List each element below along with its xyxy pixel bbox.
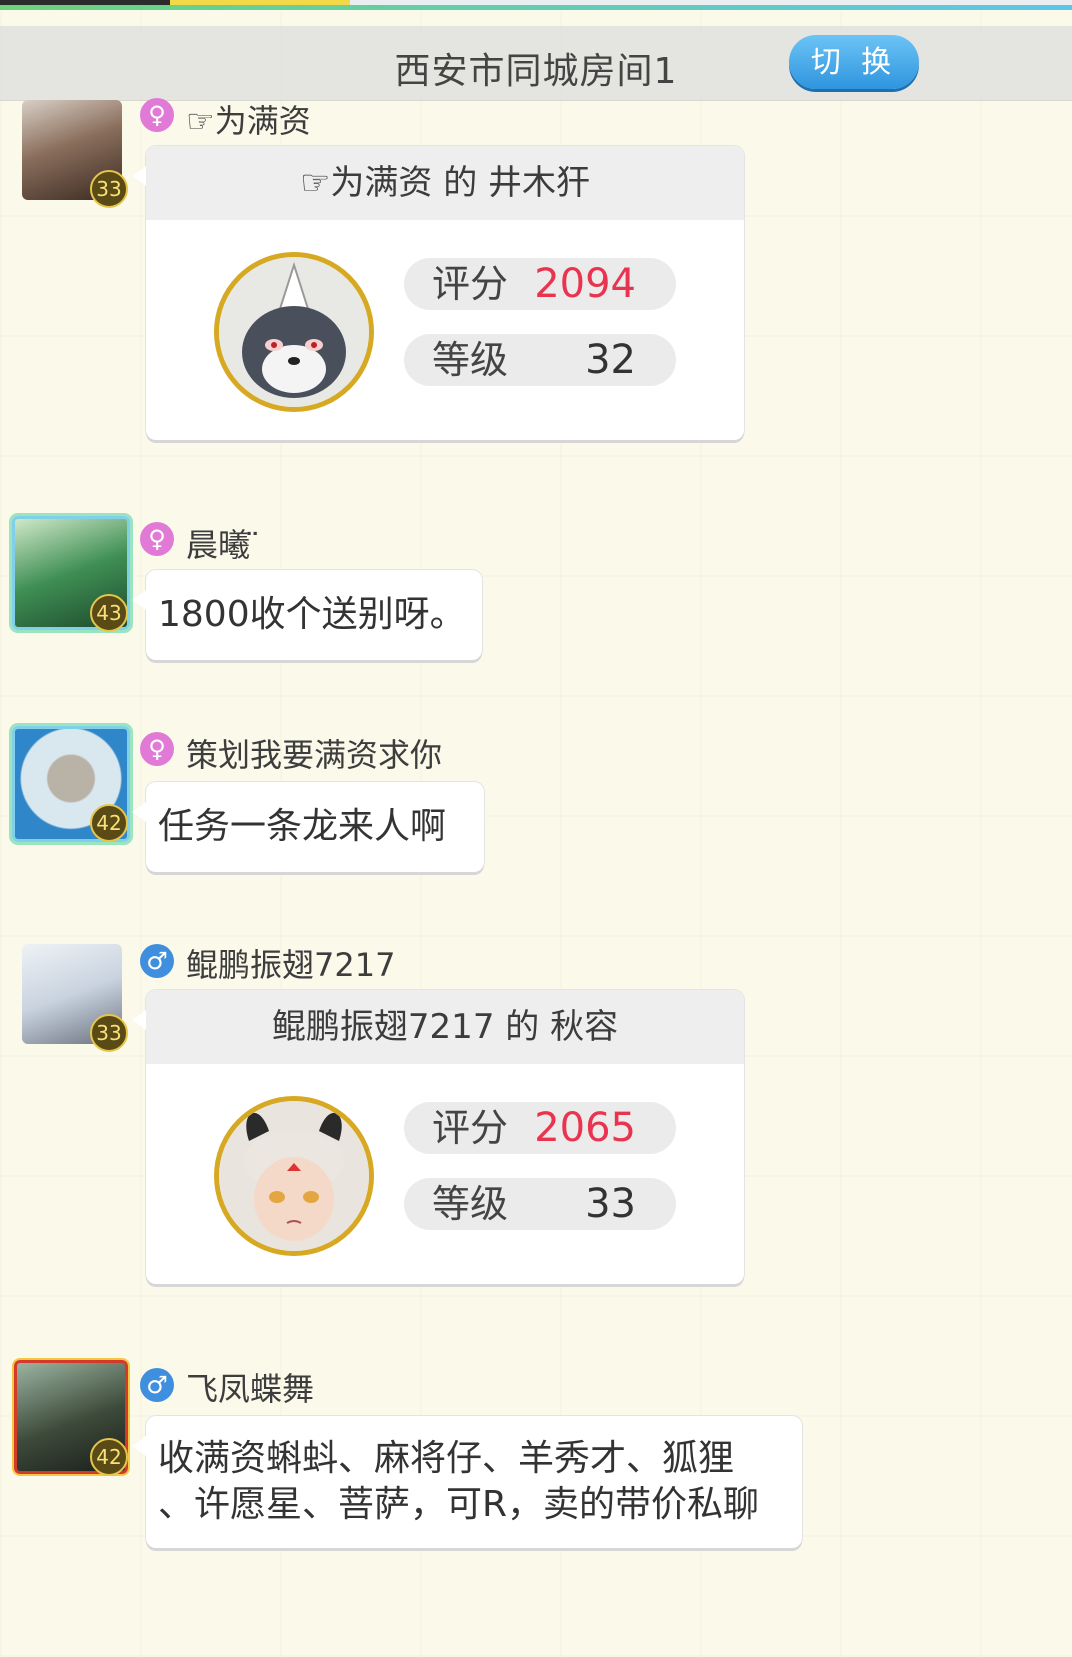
message-bubble[interactable]: 收满资蝌蚪、麻将仔、羊秀才、狐狸 、许愿星、菩萨，可R，卖的带价私聊 (132, 1416, 802, 1548)
message-text-line-2: 、许愿星、菩萨，可R，卖的带价私聊 (158, 1484, 760, 1525)
pet-portrait (214, 1096, 374, 1256)
pet-portrait (214, 252, 374, 412)
score-label: 评分 (432, 1106, 509, 1150)
pet-card-title: 鲲鹏振翅7217 的 秋容 (146, 990, 744, 1064)
level-badge: 33 (90, 170, 128, 208)
female-icon: ♀ (140, 522, 174, 556)
grade-value: 33 (585, 1181, 636, 1227)
room-header: 西安市同城房间1 切 换 (0, 26, 1072, 101)
username[interactable]: 飞凤蝶舞 (186, 1364, 314, 1410)
score-value: 2094 (534, 261, 636, 307)
pet-card-title: ☞为满资 的 井木犴 (146, 146, 744, 220)
level-badge: 33 (90, 1014, 128, 1052)
pet-card[interactable]: ☞为满资 的 井木犴 评分 2094 等级 32 (132, 146, 744, 440)
score-label: 评分 (432, 262, 509, 306)
male-icon: ♂ (140, 944, 174, 978)
username[interactable]: 晨曦 ̈ (186, 520, 260, 566)
message-text: 1800收个送别呀。 (158, 594, 466, 635)
username[interactable]: ☞为满资 (186, 96, 311, 142)
username[interactable]: 鲲鹏振翅7217 (186, 940, 395, 986)
score-pill: 评分 2094 (404, 258, 676, 310)
grade-label: 等级 (432, 1182, 509, 1226)
username[interactable]: 策划我要满资求你 (186, 730, 442, 776)
message-text: 任务一条龙来人啊 (158, 806, 447, 847)
female-icon: ♀ (140, 732, 174, 766)
score-value: 2065 (534, 1105, 636, 1151)
wolf-pet-icon (219, 257, 369, 407)
demon-girl-pet-icon (219, 1101, 369, 1251)
top-progress-strip (0, 0, 1072, 10)
female-icon: ♀ (140, 98, 174, 132)
pet-card[interactable]: 鲲鹏振翅7217 的 秋容 评分 2065 等级 33 (132, 990, 744, 1284)
level-badge: 42 (90, 804, 128, 842)
switch-room-button[interactable]: 切 换 (789, 35, 919, 89)
male-icon: ♂ (140, 1368, 174, 1402)
message-bubble[interactable]: 1800收个送别呀。 (132, 570, 482, 660)
score-pill: 评分 2065 (404, 1102, 676, 1154)
grade-value: 32 (585, 337, 636, 383)
grade-label: 等级 (432, 338, 509, 382)
level-badge: 42 (90, 1438, 128, 1476)
grade-pill: 等级 33 (404, 1178, 676, 1230)
message-bubble[interactable]: 任务一条龙来人啊 (132, 782, 484, 872)
level-badge: 43 (90, 594, 128, 632)
grade-pill: 等级 32 (404, 334, 676, 386)
message-text-line-1: 收满资蝌蚪、麻将仔、羊秀才、狐狸 (158, 1438, 735, 1479)
